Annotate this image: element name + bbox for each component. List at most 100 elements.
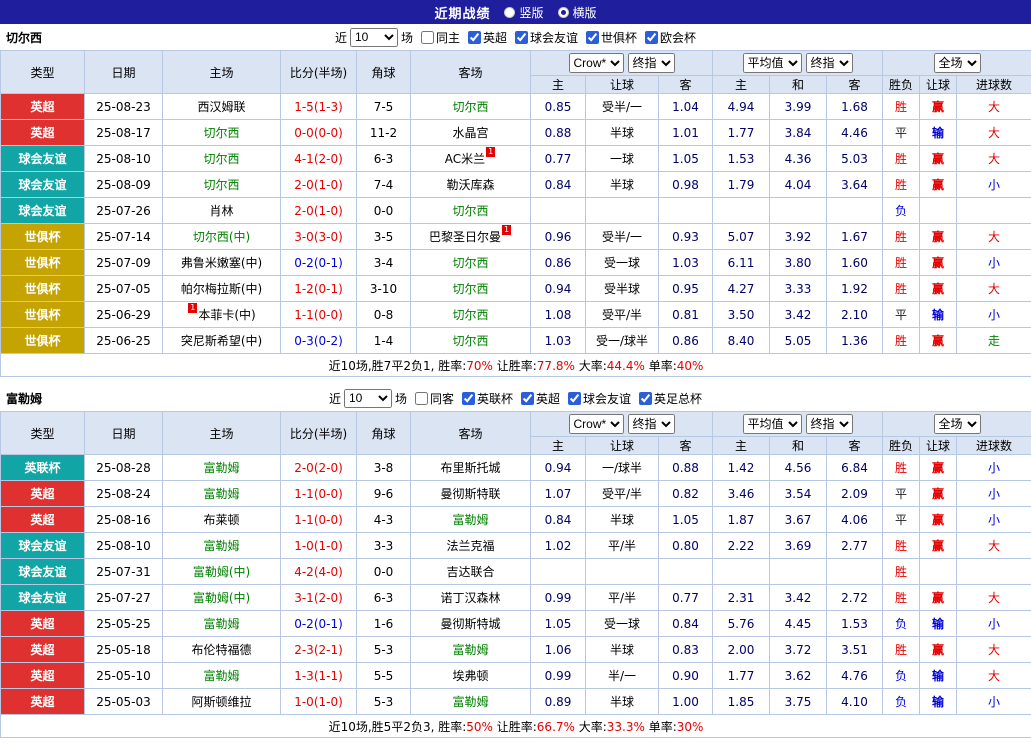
away-team: 切尔西 (411, 276, 531, 302)
score: 2-0(2-0) (281, 455, 357, 481)
odds-value: 0.93 (659, 224, 713, 250)
match-row: 英超25-08-23西汉姆联1-5(1-3)7-5切尔西0.85受半/一1.04… (1, 94, 1031, 120)
league-badge: 球会友谊 (1, 172, 85, 198)
average-select[interactable]: 平均值 (743, 414, 802, 434)
red-card-badge: 1 (188, 303, 197, 313)
home-team: 富勒姆(中) (163, 585, 281, 611)
index-type-select[interactable]: 终指 (628, 414, 675, 434)
summary-stat-label: 近10场,胜5平2负3, 胜率: (329, 720, 467, 734)
odds-value: 1.67 (827, 224, 883, 250)
odds-value: 3.42 (770, 585, 827, 611)
filter-checkbox-球会友谊[interactable]: 球会友谊 (510, 29, 578, 46)
odds-value (531, 559, 586, 585)
odds-value: 1.87 (713, 507, 770, 533)
result-goals: 大 (957, 224, 1031, 250)
odds-value: 4.46 (827, 120, 883, 146)
col-subheader: 主 (531, 437, 586, 455)
score: 0-2(0-1) (281, 611, 357, 637)
match-row: 英超25-05-18布伦特福德2-3(2-1)5-3富勒姆1.06半球0.832… (1, 637, 1031, 663)
score: 1-3(1-1) (281, 663, 357, 689)
summary-stat-value: 66.7% (537, 720, 575, 734)
checkbox-input[interactable] (468, 31, 481, 44)
match-date: 25-08-10 (85, 146, 163, 172)
home-team: 西汉姆联 (163, 94, 281, 120)
checkbox-input[interactable] (639, 392, 652, 405)
view-option-横版[interactable]: 横版 (558, 4, 597, 21)
team-label: 巴黎圣日尔曼 (429, 230, 501, 244)
index-type-select-2[interactable]: 终指 (806, 414, 853, 434)
result-handicap: 赢 (920, 481, 957, 507)
league-badge: 英超 (1, 611, 85, 637)
filter-checkbox-欧会杯[interactable]: 欧会杯 (640, 29, 696, 46)
odds-value: 2.10 (827, 302, 883, 328)
checkbox-input[interactable] (515, 31, 528, 44)
corners: 9-6 (357, 481, 411, 507)
odds-value: 1.05 (659, 507, 713, 533)
odds-value: 1.79 (713, 172, 770, 198)
checkbox-input[interactable] (568, 392, 581, 405)
odds-value: 1.05 (531, 611, 586, 637)
filter-checkbox-同客[interactable]: 同客 (410, 390, 454, 407)
odds-group-header: Crow*终指 (531, 412, 713, 437)
odds-value: 1.68 (827, 94, 883, 120)
recent-count-select[interactable]: 10 (344, 389, 392, 408)
checkbox-input[interactable] (462, 392, 475, 405)
odds-value: 0.89 (531, 689, 586, 715)
checkbox-label: 世俱杯 (601, 29, 637, 46)
match-row: 球会友谊25-08-10切尔西4-1(2-0)6-3AC米兰10.77一球1.0… (1, 146, 1031, 172)
odds-value: 3.67 (770, 507, 827, 533)
odds-value: 1.92 (827, 276, 883, 302)
filter-near-label: 近 (335, 29, 347, 46)
odds-value: 1.08 (531, 302, 586, 328)
odds-value: 1.85 (713, 689, 770, 715)
result-handicap: 赢 (920, 328, 957, 354)
col-header: 主场 (163, 412, 281, 455)
view-label: 横版 (573, 4, 597, 21)
handicap-line: 受半/一 (586, 94, 659, 120)
checkbox-input[interactable] (645, 31, 658, 44)
result-goals: 小 (957, 689, 1031, 715)
filter-checkbox-英超[interactable]: 英超 (516, 390, 560, 407)
score: 4-1(2-0) (281, 146, 357, 172)
checkbox-input[interactable] (421, 31, 434, 44)
filter-checkbox-英联杯[interactable]: 英联杯 (457, 390, 513, 407)
league-badge: 世俱杯 (1, 276, 85, 302)
index-type-select[interactable]: 终指 (628, 53, 675, 73)
home-team: 切尔西 (163, 120, 281, 146)
league-badge: 英超 (1, 120, 85, 146)
result-wdl: 胜 (883, 224, 920, 250)
filter-checkbox-球会友谊[interactable]: 球会友谊 (563, 390, 631, 407)
summary-stat-label: 大率: (575, 359, 607, 373)
view-option-竖版[interactable]: 竖版 (504, 4, 543, 21)
scope-select[interactable]: 全场 (934, 414, 981, 434)
recent-count-select[interactable]: 10 (350, 28, 398, 47)
odds-value: 0.77 (531, 146, 586, 172)
bookmaker-select[interactable]: Crow* (569, 53, 624, 73)
filter-checkbox-英超[interactable]: 英超 (463, 29, 507, 46)
average-select[interactable]: 平均值 (743, 53, 802, 73)
handicap-line: 半球 (586, 507, 659, 533)
matches-table: 类型日期主场比分(半场)角球客场Crow*终指平均值终指全场主让球客主和客胜负让… (0, 50, 1031, 377)
index-type-select-2[interactable]: 终指 (806, 53, 853, 73)
filter-checkbox-世俱杯[interactable]: 世俱杯 (581, 29, 637, 46)
scope-select[interactable]: 全场 (934, 53, 981, 73)
bookmaker-select[interactable]: Crow* (569, 414, 624, 434)
filter-checkbox-同主[interactable]: 同主 (416, 29, 460, 46)
checkbox-input[interactable] (586, 31, 599, 44)
col-header: 类型 (1, 412, 85, 455)
checkbox-label: 英超 (536, 390, 560, 407)
checkbox-input[interactable] (521, 392, 534, 405)
result-wdl: 胜 (883, 533, 920, 559)
checkbox-input[interactable] (415, 392, 428, 405)
result-goals: 大 (957, 120, 1031, 146)
filter-checkbox-英足总杯[interactable]: 英足总杯 (634, 390, 702, 407)
odds-value: 1.02 (531, 533, 586, 559)
radio-icon (504, 7, 515, 18)
col-subheader: 胜负 (883, 437, 920, 455)
away-team: 切尔西 (411, 198, 531, 224)
odds-value: 0.84 (531, 172, 586, 198)
league-badge: 英超 (1, 689, 85, 715)
corners: 7-4 (357, 172, 411, 198)
team-label: 曼彻斯特联 (440, 487, 500, 501)
handicap-line (586, 198, 659, 224)
